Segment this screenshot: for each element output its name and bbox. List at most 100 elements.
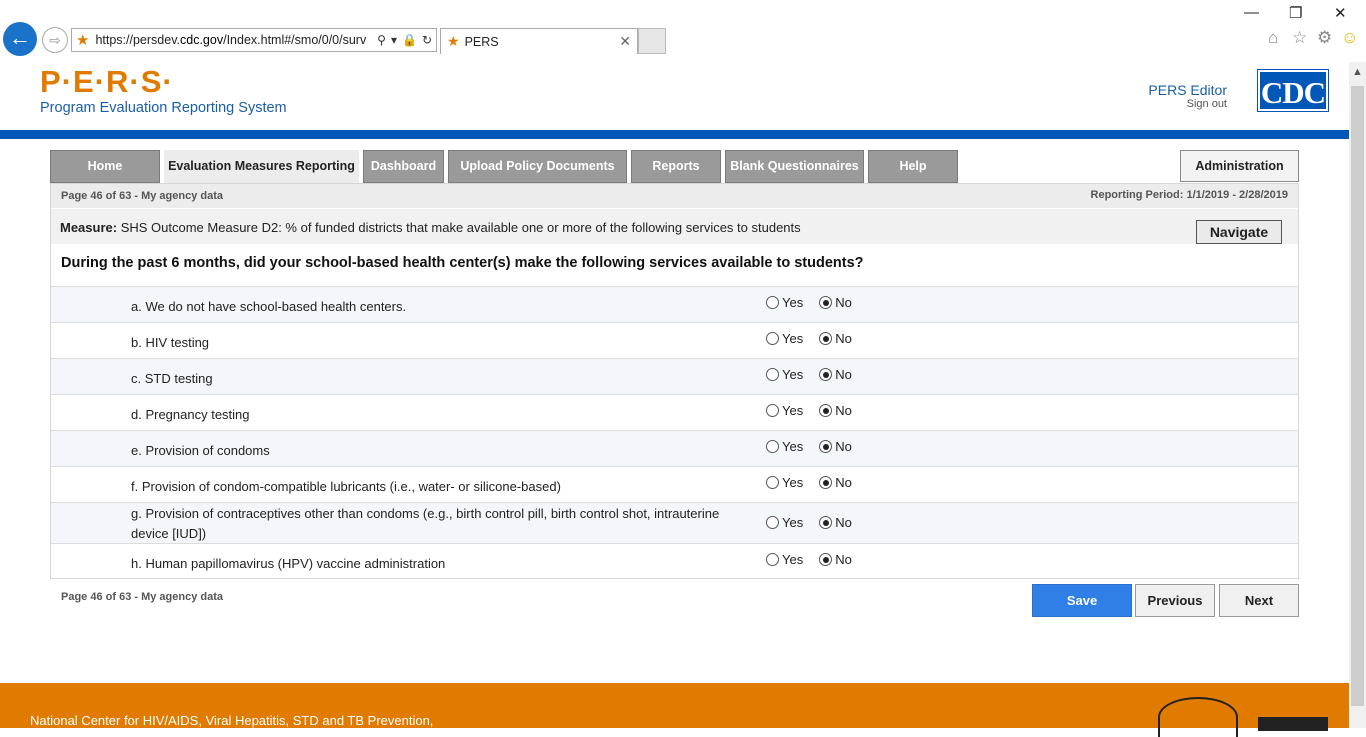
close-window-icon[interactable]: ✕ (1334, 4, 1347, 22)
question-items: a. We do not have school-based health ce… (51, 286, 1298, 579)
no-option[interactable]: No (819, 475, 852, 490)
no-option[interactable]: No (819, 331, 852, 346)
no-option[interactable]: No (819, 295, 852, 310)
smiley-icon[interactable]: ☺ (1341, 28, 1358, 48)
refresh-icon[interactable]: ↻ (422, 33, 432, 47)
radio-yes[interactable] (766, 368, 779, 381)
cdc-logo[interactable]: CDC (1257, 69, 1329, 112)
next-button[interactable]: Next (1219, 584, 1299, 617)
item-label: c. STD testing (131, 371, 213, 386)
restore-icon[interactable]: ❐ (1289, 4, 1302, 22)
reporting-period: Reporting Period: 1/1/2019 - 2/28/2019 (1090, 189, 1288, 201)
address-bar[interactable]: ★ https://persdev.cdc.gov/Index.html#/sm… (71, 28, 437, 52)
yes-option[interactable]: Yes (766, 367, 803, 382)
footer-text: National Center for HIV/AIDS, Viral Hepa… (30, 713, 434, 728)
yes-option[interactable]: Yes (766, 295, 803, 310)
site-footer: National Center for HIV/AIDS, Viral Hepa… (0, 683, 1349, 737)
minimize-icon[interactable]: — (1244, 4, 1259, 21)
radio-no[interactable] (819, 440, 833, 453)
scrollbar-thumb[interactable] (1351, 86, 1364, 706)
vertical-scrollbar[interactable]: ▲ (1349, 62, 1366, 728)
close-tab-icon[interactable]: ✕ (619, 33, 631, 50)
question-row: f. Provision of condom-compatible lubric… (51, 466, 1298, 502)
measure-bar: Measure: SHS Outcome Measure D2: % of fu… (51, 209, 1298, 244)
item-label: f. Provision of condom-compatible lubric… (131, 479, 561, 494)
yes-option[interactable]: Yes (766, 331, 803, 346)
radio-yes[interactable] (766, 476, 779, 489)
pers-subtitle: Program Evaluation Reporting System (40, 100, 287, 116)
site-header: P·E·R·S· Program Evaluation Reporting Sy… (0, 58, 1349, 130)
previous-button[interactable]: Previous (1135, 584, 1215, 617)
back-arrow-icon[interactable]: ← (3, 22, 37, 56)
radio-no[interactable] (819, 296, 833, 309)
question-row: c. STD testing Yes No (51, 358, 1298, 394)
item-label: b. HIV testing (131, 335, 210, 350)
item-label: a. We do not have school-based health ce… (131, 299, 407, 314)
browser-tab[interactable]: ★ PERS ✕ (440, 28, 638, 54)
tab-blank-questionnaires[interactable]: Blank Questionnaires (725, 150, 864, 183)
search-icon[interactable]: ⚲ (377, 33, 386, 47)
tab-title: PERS (464, 34, 499, 49)
item-label: e. Provision of condoms (131, 443, 270, 458)
favorites-star-icon[interactable]: ☆ (1292, 28, 1307, 48)
radio-yes[interactable] (766, 296, 779, 309)
radio-yes[interactable] (766, 332, 779, 345)
item-label: h. Human papillomavirus (HPV) vaccine ad… (131, 556, 446, 571)
favicon-star-icon: ★ (76, 32, 90, 49)
sign-out-link[interactable]: Sign out (1187, 98, 1227, 110)
tab-evaluation-measures-reporting[interactable]: Evaluation Measures Reporting (164, 150, 359, 183)
no-option[interactable]: No (819, 552, 852, 567)
url-text[interactable]: https://persdev.cdc.gov/Index.html#/smo/… (95, 33, 372, 47)
gear-icon[interactable]: ⚙ (1317, 28, 1332, 48)
dropdown-icon[interactable]: ▾ (391, 33, 397, 47)
tab-upload-policy-documents[interactable]: Upload Policy Documents (448, 150, 627, 183)
user-name: PERS Editor (1148, 82, 1227, 98)
navigate-button[interactable]: Navigate (1196, 220, 1282, 244)
question-row: g. Provision of contraceptives other tha… (51, 502, 1298, 543)
no-option[interactable]: No (819, 367, 852, 382)
forward-arrow-icon[interactable]: ⇨ (42, 27, 68, 53)
pers-logo[interactable]: P·E·R·S· (40, 64, 174, 100)
yes-option[interactable]: Yes (766, 439, 803, 454)
question-row: e. Provision of condoms Yes No (51, 430, 1298, 466)
tab-help[interactable]: Help (868, 150, 958, 183)
radio-no[interactable] (819, 516, 833, 529)
yes-option[interactable]: Yes (766, 515, 803, 530)
new-tab-button[interactable] (638, 28, 666, 54)
tab-star-icon: ★ (447, 33, 460, 49)
yes-option[interactable]: Yes (766, 403, 803, 418)
footer-page-info: Page 46 of 63 - My agency data (61, 591, 224, 603)
page-info: Page 46 of 63 - My agency data (61, 190, 224, 202)
scroll-up-icon[interactable]: ▲ (1349, 66, 1366, 78)
item-label: d. Pregnancy testing (131, 407, 250, 422)
radio-no[interactable] (819, 332, 833, 345)
measure-text: Measure: SHS Outcome Measure D2: % of fu… (60, 220, 801, 235)
no-option[interactable]: No (819, 403, 852, 418)
page-info-bar: Page 46 of 63 - My agency data Reporting… (51, 184, 1298, 208)
cdc-footer-logo (1258, 717, 1328, 731)
yes-option[interactable]: Yes (766, 475, 803, 490)
no-option[interactable]: No (819, 515, 852, 530)
header-divider (0, 130, 1349, 139)
tab-dashboard[interactable]: Dashboard (363, 150, 444, 183)
survey-panel: Page 46 of 63 - My agency data Reporting… (50, 183, 1299, 579)
lock-icon[interactable]: 🔒 (402, 33, 417, 47)
tab-home[interactable]: Home (50, 150, 160, 183)
radio-yes[interactable] (766, 440, 779, 453)
question-row: d. Pregnancy testing Yes No (51, 394, 1298, 430)
no-option[interactable]: No (819, 439, 852, 454)
home-icon[interactable]: ⌂ (1268, 28, 1278, 48)
radio-yes[interactable] (766, 553, 779, 566)
radio-no[interactable] (819, 404, 833, 417)
radio-no[interactable] (819, 553, 833, 566)
save-button[interactable]: Save (1032, 584, 1132, 617)
radio-no[interactable] (819, 368, 833, 381)
administration-button[interactable]: Administration (1180, 150, 1299, 182)
question-row: b. HIV testing Yes No (51, 322, 1298, 358)
yes-option[interactable]: Yes (766, 552, 803, 567)
radio-yes[interactable] (766, 516, 779, 529)
radio-yes[interactable] (766, 404, 779, 417)
tab-reports[interactable]: Reports (631, 150, 721, 183)
radio-no[interactable] (819, 476, 833, 489)
browser-chrome: ← ⇨ ★ https://persdev.cdc.gov/Index.html… (0, 0, 1366, 58)
